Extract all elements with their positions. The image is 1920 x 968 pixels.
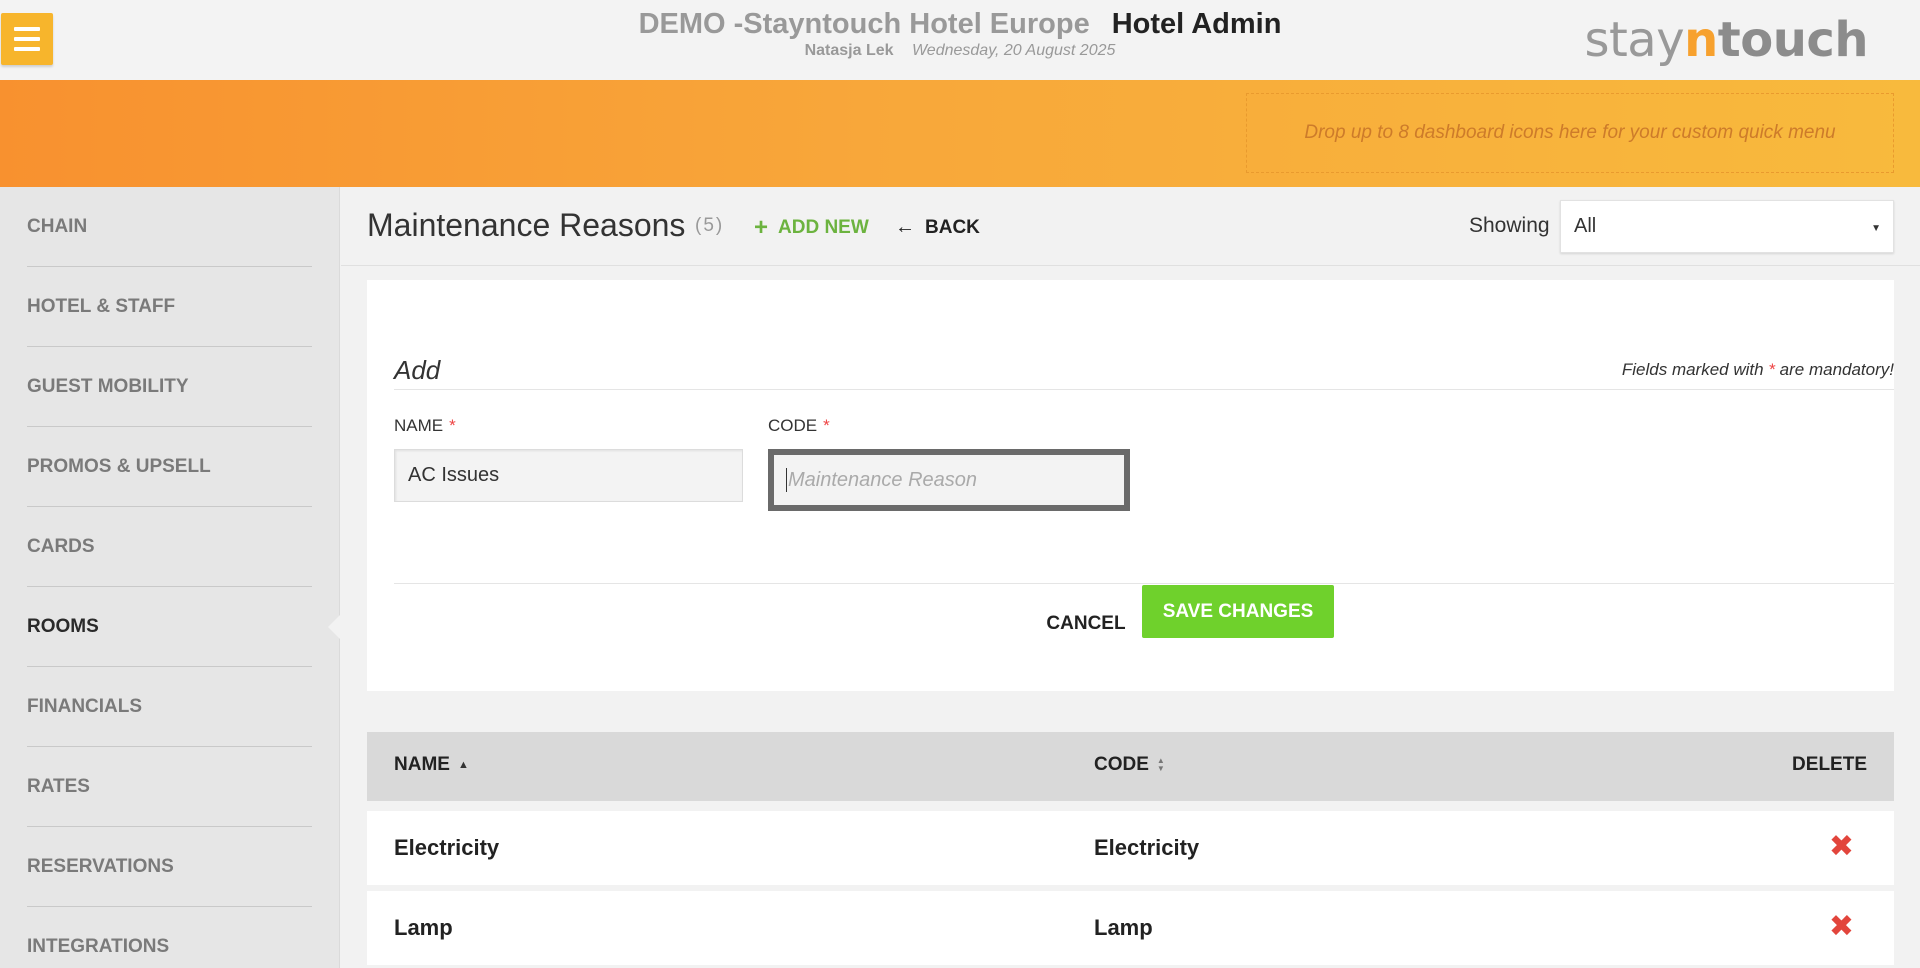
- name-field-label: NAME *: [394, 416, 456, 436]
- code-label-text: CODE: [768, 416, 818, 435]
- required-star: *: [1768, 360, 1775, 379]
- active-item-pointer: [328, 614, 341, 640]
- caret-down-icon: ▼: [1871, 223, 1881, 234]
- logo-touch: touch: [1717, 12, 1869, 68]
- code-input[interactable]: Maintenance Reason: [768, 449, 1130, 511]
- back-label: BACK: [925, 216, 980, 238]
- mandatory-prefix: Fields marked with: [1621, 360, 1769, 379]
- sidebar-item-integrations[interactable]: INTEGRATIONS: [27, 907, 312, 968]
- name-input[interactable]: AC Issues: [394, 449, 743, 502]
- form-legend: Add: [394, 355, 441, 385]
- column-header-code-label: CODE: [1094, 754, 1149, 775]
- showing-label: Showing: [1469, 214, 1550, 237]
- sort-ascending-icon: ▲: [457, 759, 469, 771]
- delete-x-icon[interactable]: ✖: [1829, 829, 1854, 864]
- top-header: DEMO -Stayntouch Hotel Europe Hotel Admin…: [0, 0, 1920, 80]
- dropzone-text: Drop up to 8 dashboard icons here for yo…: [1304, 122, 1836, 143]
- cancel-button[interactable]: CANCEL: [1026, 597, 1146, 650]
- required-star: *: [823, 416, 830, 435]
- sidebar-item-promos-upsell[interactable]: PROMOS & UPSELL: [27, 427, 312, 507]
- add-new-label: ADD NEW: [778, 217, 869, 238]
- name-input-value: AC Issues: [408, 464, 500, 486]
- sidebar-item-rooms[interactable]: ROOMS: [27, 587, 312, 667]
- save-changes-button[interactable]: SAVE CHANGES: [1142, 585, 1334, 638]
- table-header: NAME ▲ CODE ▲ ▼ DELETE: [367, 732, 1894, 801]
- column-header-code[interactable]: CODE ▲ ▼: [1094, 754, 1165, 776]
- sidebar-item-rates[interactable]: RATES: [27, 747, 312, 827]
- code-input-placeholder: Maintenance Reason: [788, 468, 978, 491]
- item-count: (5): [695, 215, 725, 236]
- column-header-delete: DELETE: [1792, 754, 1867, 776]
- delete-x-icon[interactable]: ✖: [1829, 909, 1854, 944]
- user-name[interactable]: Natasja Lek: [805, 42, 894, 59]
- sidebar-item-reservations[interactable]: RESERVATIONS: [27, 827, 312, 907]
- sidebar: CHAIN HOTEL & STAFF GUEST MOBILITY PROMO…: [0, 187, 340, 968]
- name-label-text: NAME: [394, 416, 444, 435]
- code-field-label: CODE *: [768, 416, 830, 436]
- sidebar-item-guest-mobility[interactable]: GUEST MOBILITY: [27, 347, 312, 427]
- add-new-button[interactable]: + ADD NEW: [754, 216, 869, 240]
- column-header-delete-label: DELETE: [1792, 754, 1867, 775]
- showing-selected-value: All: [1574, 215, 1597, 237]
- row-name[interactable]: Lamp: [394, 915, 453, 941]
- page-title: Maintenance Reasons: [367, 207, 686, 243]
- sidebar-item-cards[interactable]: CARDS: [27, 507, 312, 587]
- arrow-left-icon: ←: [895, 216, 915, 238]
- divider: [394, 389, 1894, 390]
- sidebar-item-hotel-staff[interactable]: HOTEL & STAFF: [27, 267, 312, 347]
- business-date: Wednesday, 20 August 2025: [911, 42, 1116, 59]
- column-header-name[interactable]: NAME ▲: [394, 754, 469, 776]
- logo-n: n: [1684, 12, 1718, 68]
- mandatory-suffix: are mandatory!: [1774, 360, 1894, 379]
- row-code: Lamp: [1094, 915, 1153, 940]
- mandatory-note: Fields marked with * are mandatory!: [1622, 360, 1894, 380]
- sidebar-item-chain[interactable]: CHAIN: [27, 187, 312, 267]
- back-button[interactable]: ← BACK: [895, 216, 980, 239]
- column-header-name-label: NAME: [394, 754, 450, 775]
- page-header: Maintenance Reasons (5) + ADD NEW ← BACK…: [341, 187, 1920, 266]
- row-code: Electricity: [1094, 835, 1200, 860]
- quick-menu-bar: Drop up to 8 dashboard icons here for yo…: [0, 80, 1920, 187]
- required-star: *: [449, 416, 456, 435]
- row-name[interactable]: Electricity: [394, 835, 499, 861]
- main-content: Maintenance Reasons (5) + ADD NEW ← BACK…: [341, 187, 1920, 968]
- text-cursor: [786, 468, 787, 492]
- quick-menu-dropzone[interactable]: Drop up to 8 dashboard icons here for yo…: [1246, 93, 1894, 173]
- logo-stay: stay: [1584, 12, 1685, 68]
- table-row[interactable]: Electricity Electricity ✖: [367, 811, 1894, 885]
- plus-icon: +: [754, 214, 769, 241]
- add-form-card: Add Fields marked with * are mandatory! …: [367, 280, 1894, 691]
- hotel-name: DEMO -Stayntouch Hotel Europe: [638, 8, 1090, 40]
- showing-filter-select[interactable]: All ▼: [1560, 200, 1894, 253]
- table-row[interactable]: Lamp Lamp ✖: [367, 891, 1894, 965]
- sidebar-item-financials[interactable]: FINANCIALS: [27, 667, 312, 747]
- divider: [394, 583, 1894, 584]
- sort-both-icon: ▲ ▼: [1156, 756, 1165, 773]
- stayntouch-logo: stayntouch: [1584, 12, 1868, 68]
- app-name: Hotel Admin: [1111, 8, 1282, 40]
